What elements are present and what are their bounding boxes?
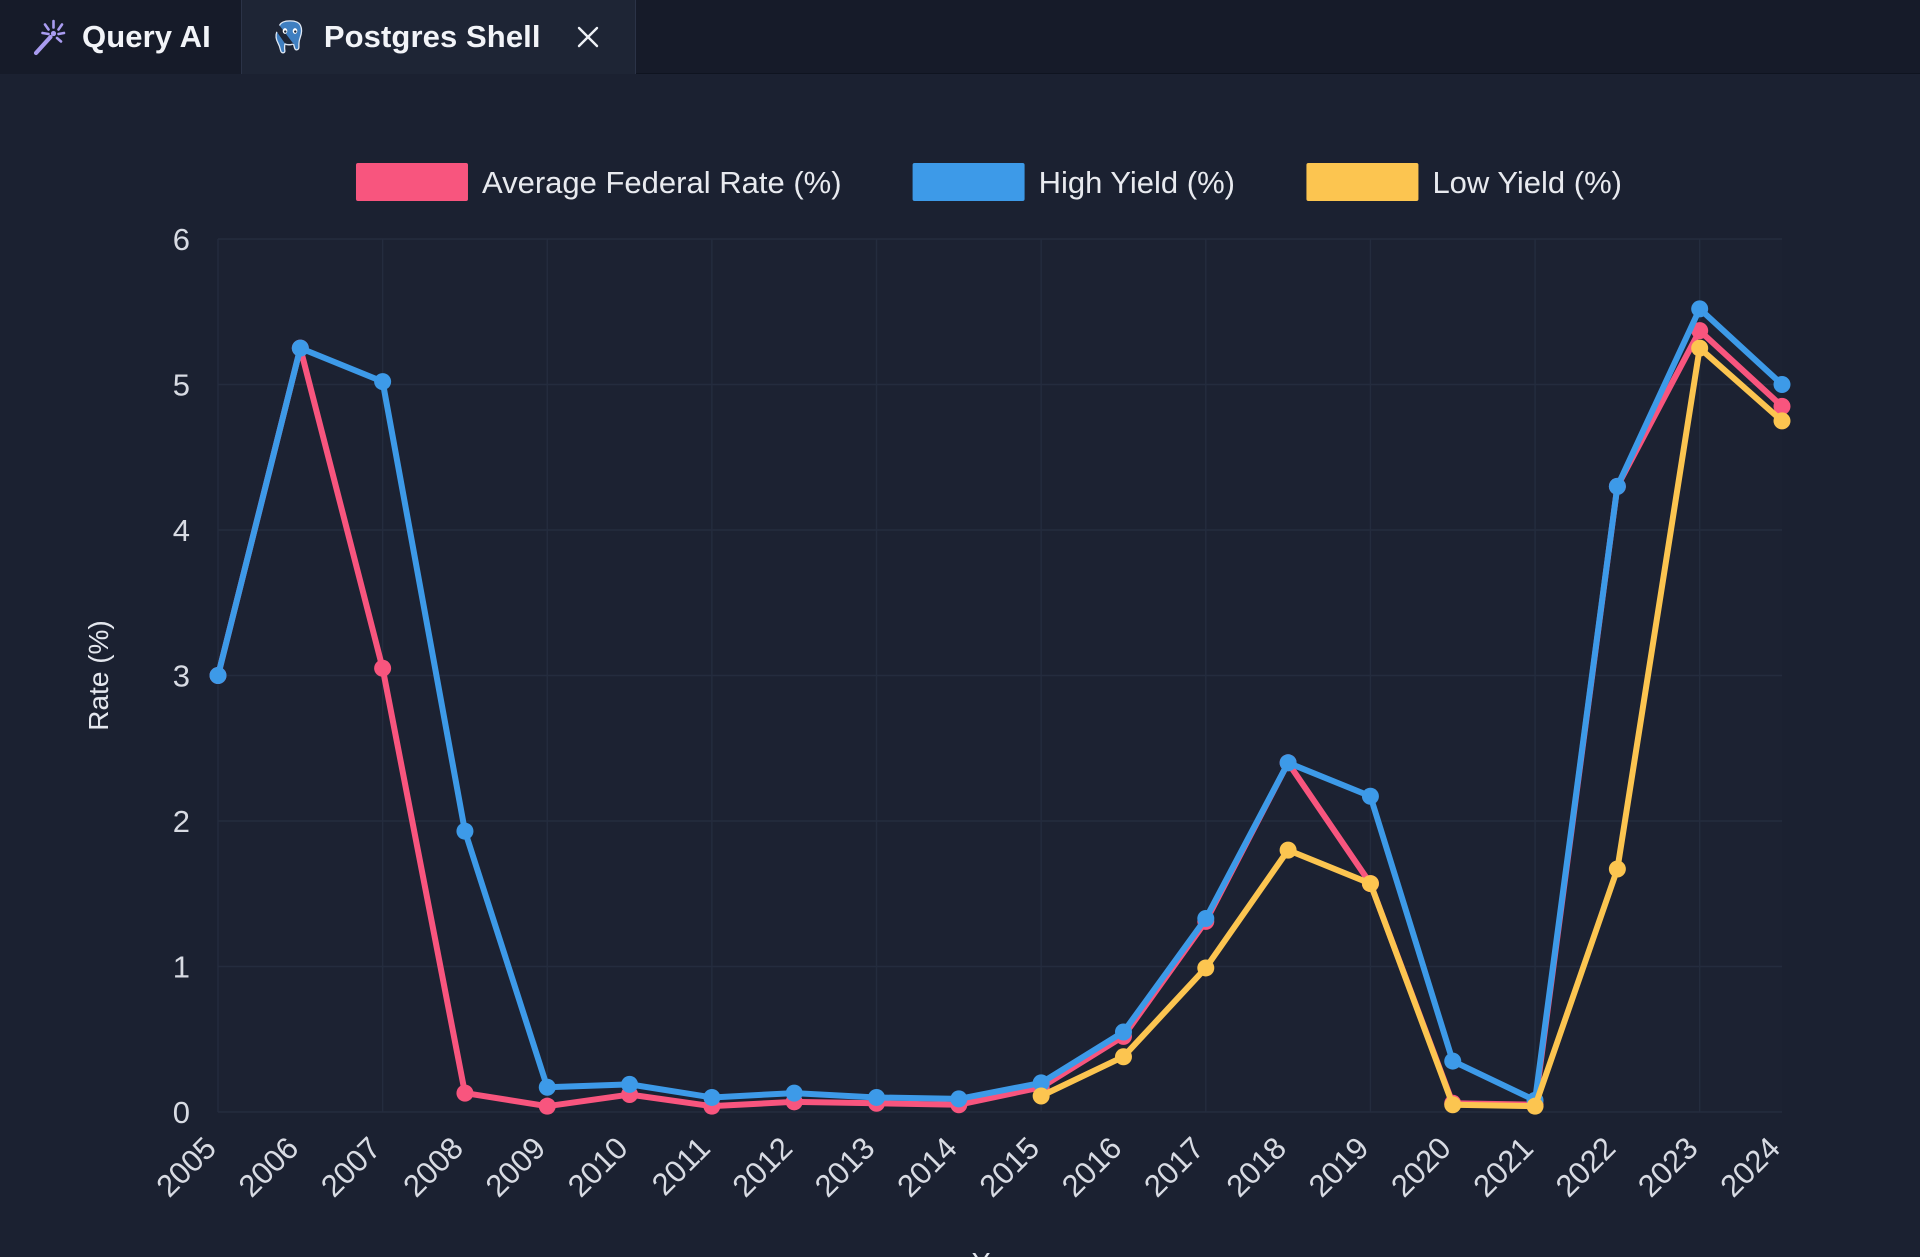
data-point[interactable]: [456, 822, 474, 840]
x-axis-tick-label: 2018: [1220, 1130, 1294, 1204]
data-point[interactable]: [1032, 1087, 1050, 1105]
data-point[interactable]: [950, 1090, 968, 1108]
x-axis-tick-label: 2016: [1055, 1130, 1129, 1204]
legend-label: High Yield (%): [1039, 165, 1235, 200]
y-axis-tick-label: 3: [173, 659, 190, 694]
legend-swatch: [355, 163, 468, 201]
data-point[interactable]: [1361, 787, 1379, 805]
data-point[interactable]: [1114, 1048, 1132, 1066]
x-axis-tick-label: 2019: [1302, 1130, 1376, 1204]
data-point[interactable]: [1691, 300, 1709, 318]
x-axis-tick-label: 2011: [645, 1130, 717, 1202]
legend-swatch: [912, 163, 1025, 201]
chart-panel: 0 1 2 3 4 5 6 2005 2006 2007 2008 2009 2010 2011 2012 2…: [0, 74, 1920, 1257]
data-point[interactable]: [1526, 1097, 1544, 1115]
x-axis-title: Year: [972, 1247, 1029, 1257]
tab-query-ai[interactable]: Query AI: [0, 0, 241, 74]
x-axis-tick-label: 2010: [561, 1130, 635, 1204]
legend-item[interactable]: High Yield (%): [912, 163, 1235, 201]
app-window: Query AI Postgres Shell 0 1 2 3 4 5 6 20…: [0, 0, 1920, 1257]
y-axis-tick-label: 0: [173, 1095, 190, 1130]
data-point[interactable]: [703, 1088, 721, 1106]
rate-line-chart: 01234562005 2006 2007 2008 2009 2010 2011 2012 2…: [83, 163, 1791, 1257]
data-point[interactable]: [456, 1084, 474, 1102]
data-point[interactable]: [1444, 1096, 1462, 1114]
data-point[interactable]: [621, 1075, 639, 1093]
x-axis-tick-label: 2009: [479, 1130, 553, 1204]
postgres-elephant-icon: [272, 17, 308, 57]
tab-bar: Query AI Postgres Shell: [0, 0, 1920, 74]
x-axis-tick-label: 2023: [1631, 1130, 1705, 1204]
y-axis-tick-label: 6: [173, 222, 190, 257]
data-point[interactable]: [785, 1084, 803, 1102]
x-axis-tick-label: 2021: [1466, 1130, 1540, 1204]
x-axis-tick-label: 2015: [973, 1130, 1047, 1204]
x-axis-tick-label: 2013: [808, 1130, 882, 1204]
data-point[interactable]: [1279, 841, 1297, 859]
data-point[interactable]: [1608, 860, 1626, 878]
magic-wand-icon: [30, 17, 66, 57]
x-axis-tick-label: 2014: [890, 1130, 964, 1204]
data-point[interactable]: [1197, 909, 1215, 927]
data-point[interactable]: [1773, 376, 1791, 393]
x-axis-tick-label: 2008: [396, 1130, 470, 1204]
data-point[interactable]: [538, 1078, 556, 1096]
x-axis-tick-label: 2017: [1137, 1130, 1211, 1204]
x-axis-tick-label: 2012: [726, 1130, 800, 1204]
legend-swatch: [1306, 163, 1419, 201]
tab-postgres-shell-label: Postgres Shell: [323, 19, 541, 54]
y-axis-title: Rate (%): [83, 620, 114, 730]
y-axis-tick-label: 2: [173, 804, 190, 839]
x-axis-tick-label: 2020: [1384, 1130, 1458, 1204]
legend-item[interactable]: Average Federal Rate (%): [355, 163, 842, 201]
y-axis-tick-label: 5: [173, 368, 190, 403]
data-point[interactable]: [1773, 412, 1791, 430]
data-point[interactable]: [1608, 477, 1626, 495]
data-point[interactable]: [1114, 1023, 1132, 1041]
data-point[interactable]: [1444, 1052, 1462, 1070]
data-point[interactable]: [1197, 959, 1215, 977]
data-point[interactable]: [1691, 339, 1709, 357]
x-axis-tick-label: 2022: [1549, 1130, 1623, 1204]
data-point[interactable]: [291, 339, 309, 357]
y-axis-tick-label: 1: [173, 950, 190, 985]
x-axis-tick-label: 2005: [149, 1130, 223, 1204]
close-icon[interactable]: [571, 20, 605, 54]
data-point[interactable]: [374, 373, 392, 391]
tab-postgres-shell[interactable]: Postgres Shell: [240, 0, 636, 74]
tab-query-ai-label: Query AI: [82, 19, 211, 54]
legend-label: Average Federal Rate (%): [482, 165, 842, 200]
data-point[interactable]: [374, 659, 392, 677]
data-point[interactable]: [538, 1097, 556, 1115]
x-axis-tick-label: 2006: [232, 1130, 306, 1204]
data-point[interactable]: [1361, 875, 1379, 893]
x-axis-tick-label: 2007: [314, 1130, 388, 1204]
y-axis-tick-label: 4: [173, 513, 190, 548]
x-axis-tick-label: 2024: [1713, 1130, 1787, 1204]
data-point[interactable]: [209, 667, 227, 684]
legend-label: Low Yield (%): [1432, 165, 1622, 200]
data-point[interactable]: [868, 1088, 886, 1106]
data-point[interactable]: [1279, 754, 1297, 772]
legend-item[interactable]: Low Yield (%): [1306, 163, 1622, 201]
